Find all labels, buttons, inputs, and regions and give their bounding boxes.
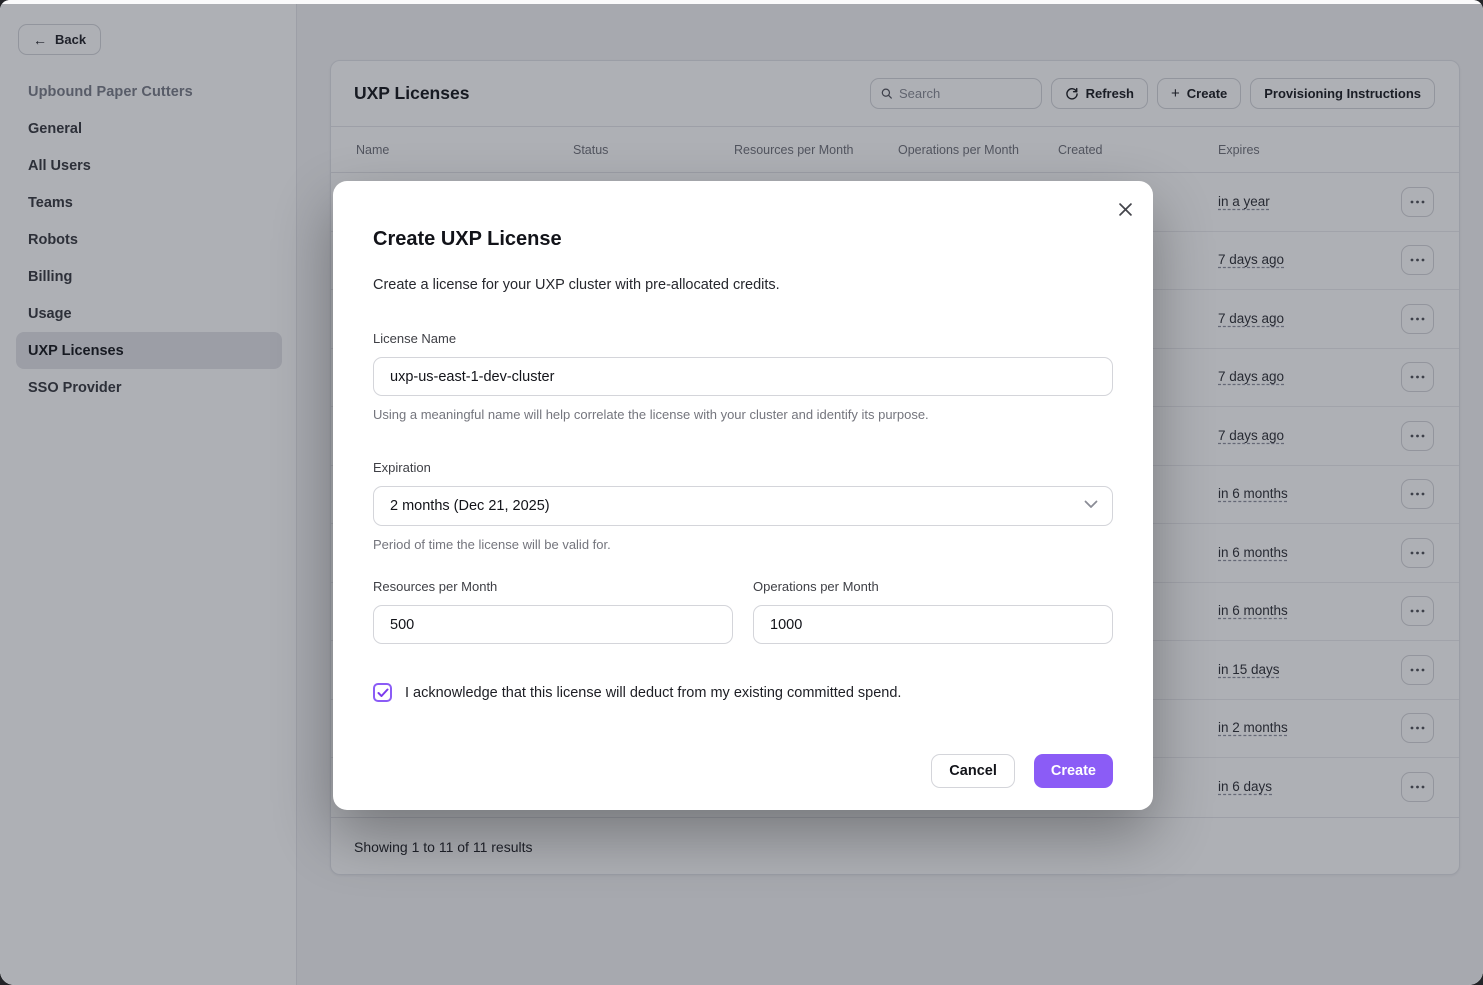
operations-input[interactable] xyxy=(753,605,1113,644)
create-license-modal: Create UXP License Create a license for … xyxy=(333,181,1153,810)
cancel-button[interactable]: Cancel xyxy=(931,754,1015,788)
operations-field: Operations per Month xyxy=(753,579,1113,644)
resources-input[interactable] xyxy=(373,605,733,644)
expiration-selected-value: 2 months (Dec 21, 2025) xyxy=(390,498,550,514)
expiration-helper: Period of time the license will be valid… xyxy=(373,537,1113,552)
resources-field: Resources per Month xyxy=(373,579,733,644)
acknowledge-checkbox[interactable] xyxy=(373,683,392,702)
modal-description: Create a license for your UXP cluster wi… xyxy=(373,277,1113,293)
browser-viewport: ← Back Upbound Paper Cutters General All… xyxy=(0,0,1483,985)
close-icon xyxy=(1119,203,1132,216)
modal-create-button[interactable]: Create xyxy=(1034,754,1113,788)
license-name-helper: Using a meaningful name will help correl… xyxy=(373,407,1113,422)
chevron-down-icon xyxy=(1084,500,1098,509)
app-window: ← Back Upbound Paper Cutters General All… xyxy=(0,0,1483,985)
resources-label: Resources per Month xyxy=(373,579,733,594)
modal-title: Create UXP License xyxy=(373,228,1113,251)
expiration-label: Expiration xyxy=(373,460,1113,475)
license-name-input[interactable] xyxy=(373,357,1113,396)
acknowledge-label: I acknowledge that this license will ded… xyxy=(405,685,901,701)
modal-actions: Cancel Create xyxy=(373,754,1113,788)
operations-label: Operations per Month xyxy=(753,579,1113,594)
credits-fields-row: Resources per Month Operations per Month xyxy=(373,579,1113,644)
acknowledge-row: I acknowledge that this license will ded… xyxy=(373,683,1113,702)
license-name-label: License Name xyxy=(373,331,1113,346)
expiration-select[interactable]: 2 months (Dec 21, 2025) xyxy=(373,486,1113,526)
window-top-edge xyxy=(0,0,1483,4)
modal-close-button[interactable] xyxy=(1113,197,1137,221)
check-icon xyxy=(377,688,389,698)
